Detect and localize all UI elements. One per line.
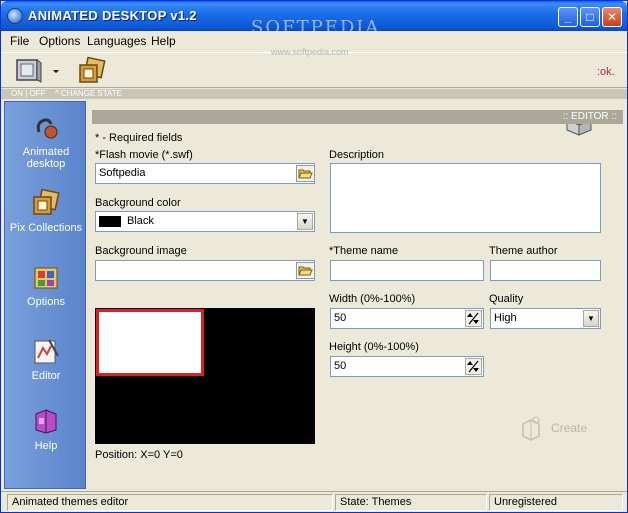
editor-icon xyxy=(34,339,59,364)
required-note: * - Required fields xyxy=(95,132,183,144)
state-dropdown[interactable] xyxy=(49,56,63,86)
sidebar: Animated desktop Pix Collections Options xyxy=(4,101,86,489)
background-color-select[interactable]: Black ▼ xyxy=(95,211,315,232)
flash-movie-label: *Flash movie (*.swf) xyxy=(95,149,193,161)
menu-languages[interactable]: Languages xyxy=(87,34,146,48)
description-label: Description xyxy=(329,149,385,161)
status-bar: Animated themes editor State: Themes Unr… xyxy=(1,491,627,512)
state-strip: ON | OFF ^ CHANGE STATE xyxy=(1,89,627,99)
chevron-down-icon xyxy=(53,70,59,73)
flash-movie-browse-button[interactable] xyxy=(296,165,315,182)
theme-name-input[interactable] xyxy=(330,260,484,281)
sidebar-item-label: Pix Collections xyxy=(9,222,83,234)
toolbar: :ok. xyxy=(1,52,627,136)
window-title: ANIMATED DESKTOP v1.2 xyxy=(28,8,197,23)
position-readout: Position: X=0 Y=0 xyxy=(95,449,183,461)
sidebar-item-pix-collections[interactable]: Pix Collections xyxy=(5,188,87,234)
sidebar-item-help[interactable]: Help xyxy=(5,406,87,452)
options-icon xyxy=(34,267,58,289)
height-label: Height (0%-100%) xyxy=(329,341,419,353)
watermark-url: www.softpedia.com xyxy=(271,47,349,57)
quality-label: Quality xyxy=(489,293,524,305)
color-swatch xyxy=(99,215,121,227)
sidebar-item-animated-desktop[interactable]: Animated desktop xyxy=(5,112,87,170)
menu-help[interactable]: Help xyxy=(151,34,176,48)
status-right: Unregistered xyxy=(489,494,623,511)
width-spin-button[interactable] xyxy=(465,310,482,327)
description-textarea[interactable] xyxy=(330,163,601,233)
quality-select[interactable]: High ▼ xyxy=(490,308,601,329)
frames-icon xyxy=(79,56,106,83)
on-off-label[interactable]: ON | OFF xyxy=(11,89,46,99)
collections-button[interactable] xyxy=(77,56,107,86)
spin-arrows-icon xyxy=(467,360,479,373)
monitor-icon xyxy=(16,59,42,83)
preview-area[interactable] xyxy=(95,308,315,444)
menu-file[interactable]: File xyxy=(10,34,29,48)
flash-movie-input[interactable]: Softpedia xyxy=(95,163,315,184)
theme-author-label: Theme author xyxy=(489,245,558,257)
preview-selection-box[interactable] xyxy=(96,309,204,376)
width-label: Width (0%-100%) xyxy=(329,293,416,305)
sidebar-item-options[interactable]: Options xyxy=(5,262,87,308)
toggle-state-button[interactable] xyxy=(13,56,43,86)
folder-open-icon xyxy=(298,266,313,276)
status-middle: State: Themes xyxy=(335,494,487,511)
chevron-down-icon[interactable]: ▼ xyxy=(583,310,599,327)
sidebar-item-label: Animated desktop xyxy=(22,146,70,170)
height-spin-button[interactable] xyxy=(465,358,482,375)
theme-author-input[interactable] xyxy=(490,260,601,281)
app-icon xyxy=(7,8,23,24)
quality-value: High xyxy=(494,312,517,324)
ok-label: :ok. xyxy=(597,66,615,78)
pix-collections-icon xyxy=(33,188,60,215)
theme-name-label: *Theme name xyxy=(329,245,399,257)
width-value: 50 xyxy=(334,312,347,324)
animated-desktop-icon xyxy=(36,118,58,139)
height-input[interactable]: 50 xyxy=(330,356,484,377)
sidebar-item-editor[interactable]: Editor xyxy=(5,336,87,382)
create-label: Create xyxy=(551,421,588,435)
change-state-label[interactable]: ^ CHANGE STATE xyxy=(55,89,122,99)
width-input[interactable]: 50 xyxy=(330,308,484,329)
status-left: Animated themes editor xyxy=(7,494,333,511)
height-value: 50 xyxy=(334,360,347,372)
background-image-input[interactable] xyxy=(95,260,315,281)
title-bar[interactable]: ANIMATED DESKTOP v1.2 SOFTPEDIA _ □ ✕ xyxy=(1,1,627,38)
app-window: ANIMATED DESKTOP v1.2 SOFTPEDIA _ □ ✕ Fi… xyxy=(0,0,628,513)
close-button[interactable]: ✕ xyxy=(602,7,622,27)
sidebar-item-label: Help xyxy=(34,440,58,452)
sidebar-item-label: Editor xyxy=(31,370,61,382)
background-image-label: Background image xyxy=(95,245,187,257)
create-button[interactable]: Create xyxy=(517,414,597,444)
background-color-label: Background color xyxy=(95,197,181,209)
sidebar-item-label: Options xyxy=(27,296,65,308)
flash-movie-value: Softpedia xyxy=(99,167,146,179)
spin-arrows-icon xyxy=(467,312,479,325)
background-image-browse-button[interactable] xyxy=(296,262,315,279)
maximize-button[interactable]: □ xyxy=(580,7,600,27)
folder-open-icon xyxy=(298,169,313,179)
chevron-down-icon[interactable]: ▼ xyxy=(297,213,313,230)
editor-header: :: EDITOR :: xyxy=(92,110,623,124)
help-icon xyxy=(35,409,57,434)
minimize-button[interactable]: _ xyxy=(558,7,578,27)
background-color-value: Black xyxy=(127,215,154,227)
menu-options[interactable]: Options xyxy=(39,34,80,48)
create-icon xyxy=(522,416,540,441)
